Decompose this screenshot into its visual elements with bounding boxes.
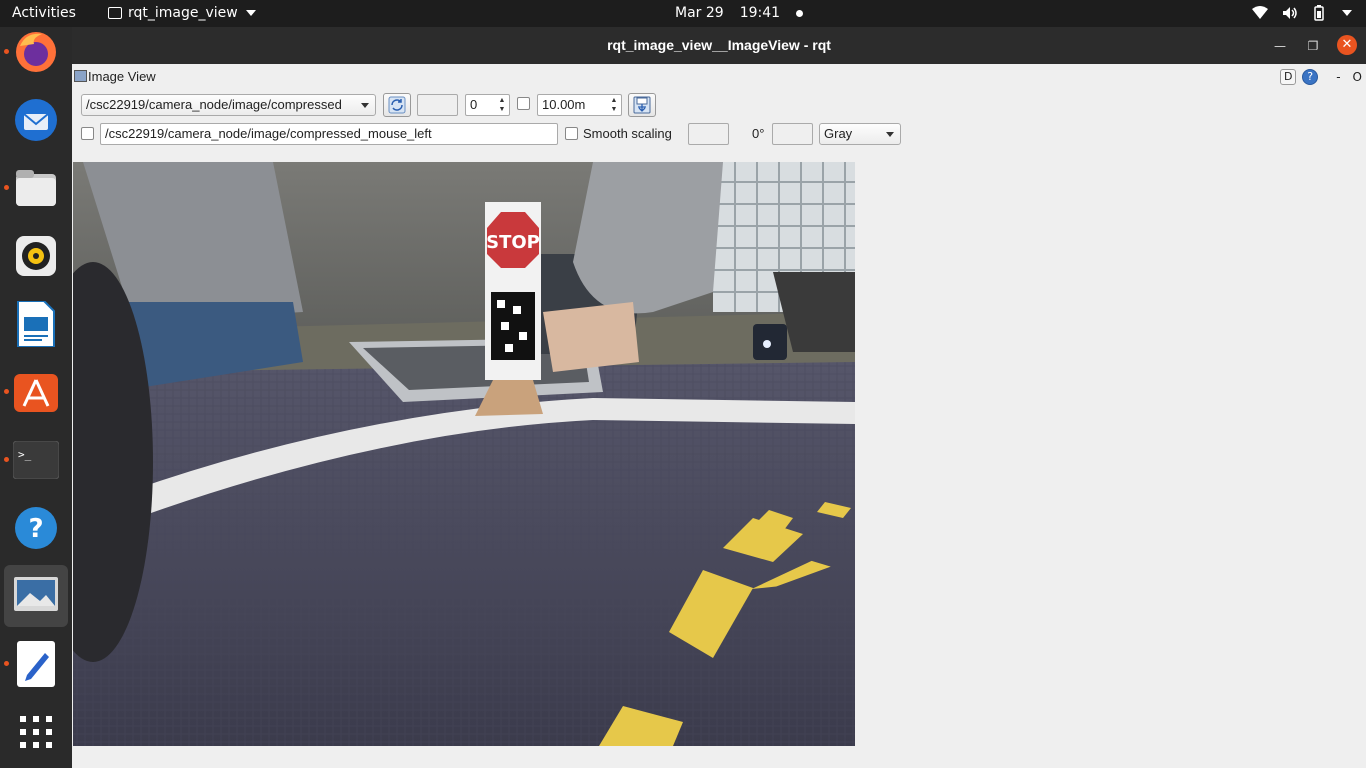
clock[interactable]: Mar 29 19:41 [675,5,804,21]
spin-arrows-icon[interactable]: ▲ ▼ [608,96,620,114]
topic-select[interactable]: /csc22919/camera_node/image/compressed [81,94,376,116]
refresh-topics-button[interactable] [383,93,411,117]
close-plugin-button[interactable]: O [1353,70,1362,84]
color-scheme-select[interactable]: Gray [819,123,901,145]
time-label: 19:41 [739,5,781,21]
save-image-icon [633,96,651,114]
maximize-button[interactable]: ❐ [1303,36,1323,56]
date-label: Mar 29 [675,5,724,21]
refresh-icon [388,96,406,114]
zoom-spinbox-value: 0 [470,97,478,112]
color-scheme-value: Gray [824,126,853,141]
battery-icon [1314,5,1324,21]
plugin-header: Image View D ? - O [72,67,1366,87]
window-title: rqt_image_view__ImageView - rqt [607,37,831,53]
close-button[interactable]: ✕ [1337,35,1357,55]
max-range-spinbox[interactable]: 10.00m ▲ ▼ [537,94,622,116]
wifi-icon [1252,6,1268,19]
svg-text:?: ? [28,514,43,544]
chevron-down-icon [245,10,256,16]
dock: >_ ? [0,27,72,768]
show-apps-icon[interactable] [4,701,68,763]
software-icon[interactable] [4,361,68,423]
minimize-button[interactable]: — [1270,36,1290,56]
chevron-down-icon [361,103,369,108]
firefox-icon[interactable] [4,21,68,83]
camera-image[interactable]: STOP [73,162,855,746]
save-image-button[interactable] [628,93,656,117]
rotate-right-button[interactable] [772,123,813,145]
writer-icon[interactable] [4,293,68,355]
rotation-label: 0° [752,126,765,141]
text-editor-icon[interactable] [4,633,68,695]
app-menu-label: rqt_image_view [128,5,238,21]
files-icon[interactable] [4,157,68,219]
activities-button[interactable]: Activities [12,5,76,21]
image-view-icon [74,70,87,82]
window-titlebar[interactable]: rqt_image_view__ImageView - rqt — ❐ ✕ [72,27,1366,64]
dynamic-range-checkbox[interactable] [517,97,530,110]
app-window-icon [108,7,122,19]
zoom-field[interactable] [417,94,458,116]
image-viewer-icon[interactable] [4,565,68,627]
volume-icon [1283,7,1297,19]
mouse-topic-field[interactable]: /csc22919/camera_node/image/compressed_m… [100,123,558,145]
thunderbird-icon[interactable] [4,89,68,151]
chevron-down-icon [1342,10,1352,16]
stop-sign-text: STOP [486,232,540,253]
system-tray[interactable] [1252,5,1352,21]
svg-text:>_: >_ [18,448,32,461]
plugin-controls: D ? - O [1280,69,1362,85]
rotate-left-button[interactable] [688,123,729,145]
chevron-down-icon [886,132,894,137]
help-button[interactable]: ? [1302,69,1319,85]
dock-button[interactable]: D [1280,69,1297,85]
terminal-icon[interactable]: >_ [4,429,68,491]
mouse-publish-checkbox[interactable] [81,127,94,140]
zoom-spinbox[interactable]: 0 ▲ ▼ [465,94,510,116]
spin-arrows-icon[interactable]: ▲ ▼ [496,96,508,114]
minimize-plugin-button[interactable]: - [1336,70,1340,84]
rhythmbox-icon[interactable] [4,225,68,287]
smooth-scaling-label[interactable]: Smooth scaling [583,126,672,141]
top-bar: Activities rqt_image_view Mar 29 19:41 [0,0,1366,27]
plugin-title: Image View [88,69,156,84]
help-icon[interactable]: ? [4,497,68,559]
max-range-value: 10.00m [542,97,586,112]
topic-select-value: /csc22919/camera_node/image/compressed [86,97,342,112]
app-menu[interactable]: rqt_image_view [108,5,256,21]
notification-dot-icon [796,9,804,17]
smooth-scaling-checkbox[interactable] [565,127,578,140]
camera-frame: STOP [73,162,855,746]
